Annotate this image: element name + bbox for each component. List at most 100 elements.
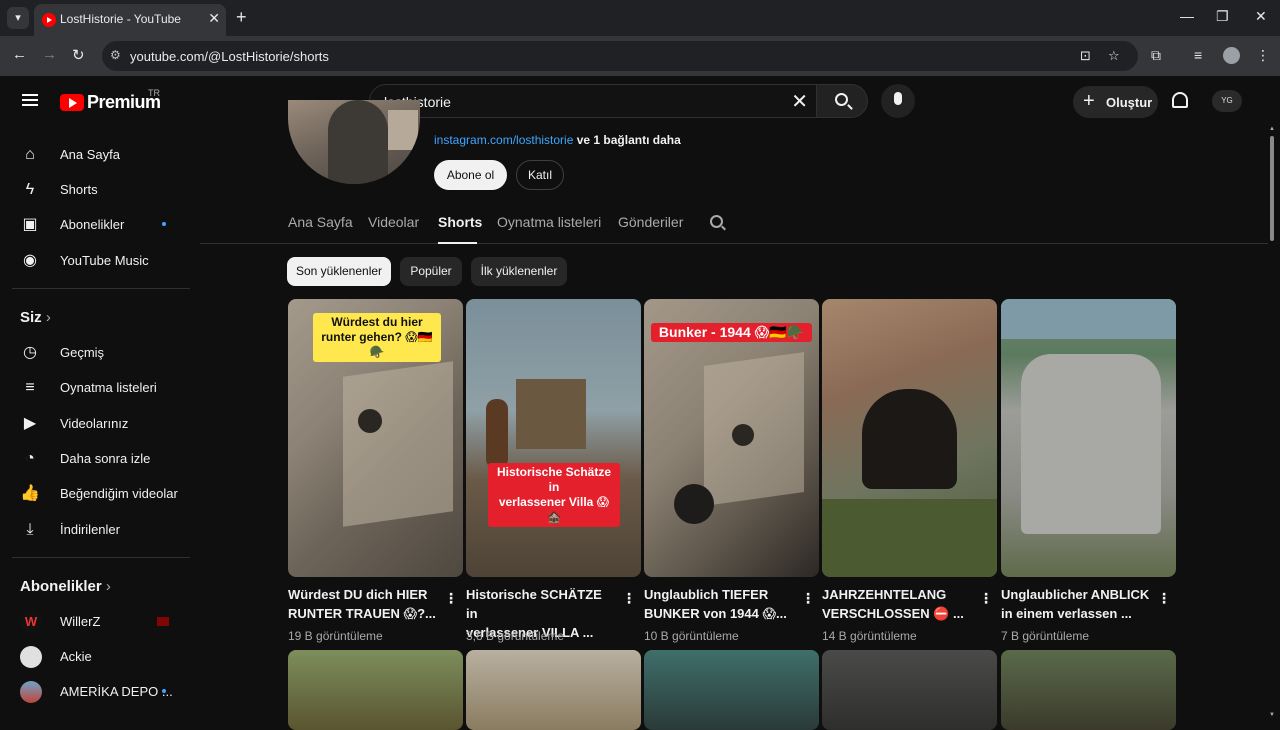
new-tab-button[interactable]: + — [236, 7, 247, 28]
channel-avatar — [20, 646, 42, 668]
scroll-down-icon[interactable]: ▼ — [1269, 712, 1275, 718]
tab-videos[interactable]: Videolar — [368, 214, 419, 230]
account-avatar[interactable]: YG — [1212, 90, 1242, 112]
short-title[interactable]: Unglaublich TIEFER BUNKER von 1944 😱... — [644, 585, 794, 623]
short-thumbnail[interactable] — [822, 299, 997, 577]
subscriptions-section-heading[interactable]: Abonelikler › — [20, 578, 111, 595]
sidebar-item-history[interactable]: ◷ Geçmiş — [12, 335, 192, 371]
sidebar-item-watch-later[interactable]: ◔ Daha sonra izle — [12, 441, 192, 477]
tab-shorts[interactable]: Shorts — [438, 214, 482, 230]
sidebar-item-label: Videolarınız — [60, 416, 129, 431]
sidebar-item-home[interactable]: ⌂ Ana Sayfa — [12, 137, 192, 173]
address-url[interactable]: youtube.com/@LostHistorie/shorts — [130, 49, 329, 64]
short-title[interactable]: JAHRZEHNTELANG VERSCHLOSSEN ⛔ ... — [822, 585, 972, 623]
notifications-bell-icon[interactable] — [1172, 92, 1188, 108]
site-info-icon[interactable]: ⚙ — [110, 48, 121, 62]
back-icon[interactable]: ← — [12, 46, 27, 63]
chip-popular[interactable]: Popüler — [400, 257, 462, 286]
browser-profile-avatar[interactable] — [1223, 47, 1240, 64]
more-options-icon[interactable]: ⋮ — [444, 590, 458, 607]
subscribe-button[interactable]: Abone ol — [434, 160, 507, 190]
you-section-heading[interactable]: Siz › — [20, 309, 51, 326]
short-thumbnail[interactable] — [822, 650, 997, 730]
sidebar-item-liked-videos[interactable]: 👍 Beğendiğim videolar — [12, 476, 192, 512]
sidebar-item-label: YouTube Music — [60, 253, 149, 268]
tab-playlists[interactable]: Oynatma listeleri — [497, 214, 601, 230]
youtube-logo-icon[interactable] — [60, 94, 84, 111]
short-thumbnail[interactable] — [1001, 299, 1176, 577]
reload-icon[interactable]: ↻ — [72, 46, 85, 64]
media-controls-icon[interactable]: ≡ — [1194, 47, 1202, 63]
more-options-icon[interactable]: ⋮ — [1157, 590, 1171, 607]
subscription-item-willerz[interactable]: W WillerZ — [12, 604, 192, 640]
channel-avatar: W — [20, 611, 42, 633]
subscription-item-amerika-depo[interactable]: AMERİKA DEPO ... — [12, 674, 192, 710]
maximize-icon[interactable]: ❐ — [1216, 8, 1229, 25]
sidebar-item-label: İndirilenler — [60, 522, 120, 537]
sidebar-item-youtube-music[interactable]: ◉ YouTube Music — [12, 243, 192, 279]
scrollbar-thumb[interactable] — [1270, 136, 1274, 241]
sidebar-item-downloads[interactable]: ⤓ İndirilenler — [12, 512, 192, 548]
sidebar-item-label: Ana Sayfa — [60, 147, 120, 162]
chip-oldest[interactable]: İlk yüklenenler — [471, 257, 567, 286]
search-button[interactable] — [816, 84, 868, 118]
minimize-icon[interactable]: — — [1180, 8, 1194, 24]
shorts-icon: ϟ — [25, 181, 35, 198]
browser-toolbar: ← → ↻ ⚙ youtube.com/@LostHistorie/shorts… — [0, 36, 1280, 76]
sidebar-item-label: Shorts — [60, 182, 98, 197]
short-thumbnail[interactable] — [1001, 650, 1176, 730]
channel-avatar-large — [288, 100, 420, 184]
more-options-icon[interactable]: ⋮ — [622, 590, 636, 607]
instagram-link[interactable]: instagram.com/losthistorie — [434, 133, 573, 147]
sidebar-item-shorts[interactable]: ϟ Shorts — [12, 172, 192, 208]
tab-list-button[interactable]: ▾ — [7, 7, 29, 29]
channel-tabs: Ana Sayfa Videolar Shorts Oynatma listel… — [200, 200, 1268, 244]
browser-tab[interactable]: LostHistorie - YouTube ✕ — [34, 4, 226, 36]
short-thumbnail[interactable] — [288, 650, 463, 730]
view-count: 19 B görüntüleme — [288, 629, 383, 643]
sidebar: ⌂ Ana Sayfa ϟ Shorts ▣ Abonelikler ◉ You… — [0, 126, 200, 720]
subscriptions-icon: ▣ — [22, 216, 38, 233]
short-thumbnail[interactable] — [644, 650, 819, 730]
short-thumbnail[interactable]: Historische Schätze in verlassener Villa… — [466, 299, 641, 577]
sidebar-item-playlists[interactable]: ≡ Oynatma listeleri — [12, 370, 192, 406]
short-thumbnail[interactable] — [466, 650, 641, 730]
create-button[interactable]: + Oluştur — [1073, 86, 1158, 118]
tab-close-icon[interactable]: ✕ — [208, 10, 220, 27]
short-thumbnail[interactable]: Würdest du hier runter gehen? 😱🇩🇪🪖 — [288, 299, 463, 577]
channel-search-icon[interactable] — [710, 215, 723, 228]
extensions-icon[interactable]: ⧉ — [1151, 47, 1161, 64]
subscription-item-ackie[interactable]: Ackie — [12, 639, 192, 675]
address-bar[interactable]: ⚙ youtube.com/@LostHistorie/shorts ⊡ ☆ — [102, 41, 1138, 71]
tab-posts[interactable]: Gönderiler — [618, 214, 683, 230]
join-button[interactable]: Katıl — [516, 160, 564, 190]
forward-icon[interactable]: → — [42, 46, 57, 63]
scroll-up-icon[interactable]: ▲ — [1269, 126, 1275, 132]
thumbnail-panel — [343, 361, 453, 527]
short-title[interactable]: Würdest DU dich HIER RUNTER TRAUEN 😱?... — [288, 585, 438, 623]
more-options-icon[interactable]: ⋮ — [979, 590, 993, 607]
live-indicator-icon — [157, 617, 169, 626]
sidebar-item-subscriptions[interactable]: ▣ Abonelikler — [12, 207, 192, 243]
sidebar-item-label: Abonelikler — [60, 217, 125, 232]
clear-search-icon[interactable]: ✕ — [791, 89, 808, 114]
short-title[interactable]: Unglaublicher ANBLICK in einem verlassen… — [1001, 585, 1151, 623]
menu-icon[interactable] — [22, 94, 38, 106]
more-links[interactable]: ve 1 bağlantı daha — [577, 133, 681, 147]
channel-links: instagram.com/losthistorie ve 1 bağlantı… — [434, 133, 681, 147]
install-app-icon[interactable]: ⊡ — [1080, 48, 1091, 64]
tab-home[interactable]: Ana Sayfa — [288, 214, 353, 230]
title-line: Historische SCHÄTZE in — [466, 587, 602, 621]
window-close-icon[interactable]: ✕ — [1255, 8, 1267, 25]
sidebar-item-your-videos[interactable]: ▶ Videolarınız — [12, 406, 192, 442]
bookmark-star-icon[interactable]: ☆ — [1108, 48, 1120, 64]
sidebar-item-label: Beğendiğim videolar — [60, 486, 178, 501]
chip-latest[interactable]: Son yüklenenler — [287, 257, 391, 286]
browser-menu-icon[interactable]: ⋮ — [1256, 47, 1270, 64]
more-options-icon[interactable]: ⋮ — [801, 590, 815, 607]
page-scrollbar[interactable]: ▲ ▼ — [1268, 126, 1276, 720]
voice-search-button[interactable] — [881, 84, 915, 118]
short-thumbnail[interactable]: Bunker - 1944 😱🇩🇪🪖 — [644, 299, 819, 577]
search-input[interactable]: losthistorie ✕ — [369, 84, 817, 118]
sidebar-divider — [12, 288, 190, 289]
